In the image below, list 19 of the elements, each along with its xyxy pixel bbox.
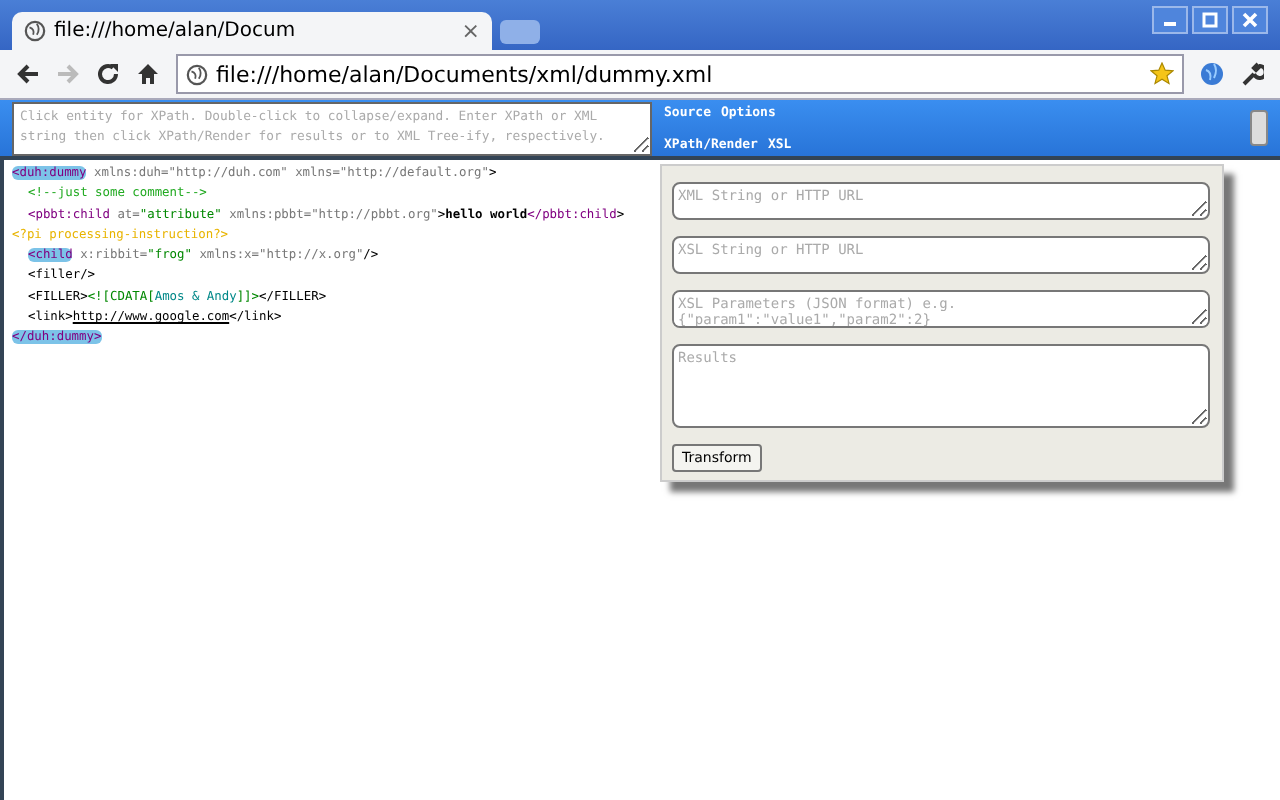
browser-tab[interactable]: file:///home/alan/Docum × [12, 12, 492, 50]
home-icon[interactable] [136, 62, 160, 86]
wrench-icon[interactable] [1240, 62, 1264, 86]
globe-icon[interactable] [1200, 62, 1224, 86]
address-bar[interactable]: file:///home/alan/Documents/xml/dummy.xml [176, 54, 1184, 94]
new-tab-button[interactable] [500, 20, 540, 44]
globe-icon [24, 20, 46, 42]
back-icon[interactable] [16, 62, 40, 86]
globe-icon [186, 63, 208, 85]
reload-icon[interactable] [96, 62, 120, 86]
minimize-button[interactable] [1152, 6, 1188, 34]
close-icon[interactable]: × [461, 18, 480, 44]
maximize-icon [1202, 12, 1218, 28]
close-icon [1242, 12, 1258, 28]
close-button[interactable] [1232, 6, 1268, 34]
star-icon[interactable] [1150, 62, 1174, 86]
scrollbar[interactable] [1250, 110, 1268, 146]
maximize-button[interactable] [1192, 6, 1228, 34]
tab-title: file:///home/alan/Docum [54, 20, 298, 42]
